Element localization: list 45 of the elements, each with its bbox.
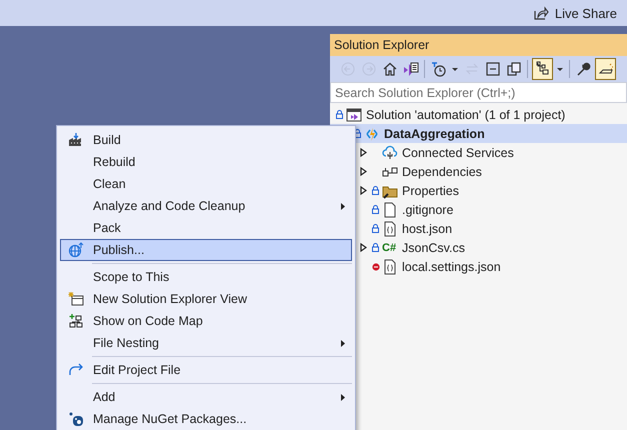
tree-item[interactable]: Solution 'automation' (1 of 1 project): [330, 105, 627, 124]
item-label: Dependencies: [402, 164, 482, 178]
clock-icon: [430, 61, 446, 77]
home-icon: [382, 61, 398, 77]
panel-title: Solution Explorer: [330, 34, 627, 56]
live-share-button[interactable]: Live Share: [530, 3, 619, 23]
json-file-icon: [382, 258, 398, 274]
menu-item[interactable]: File Nesting: [60, 332, 352, 354]
code-map-icon: [68, 313, 84, 329]
tree-icon: [534, 61, 550, 77]
cloud-icon: [382, 144, 398, 160]
search-field[interactable]: Search Solution Explorer (Ctrl+;): [330, 82, 627, 103]
tree-item[interactable]: DataAggregation: [330, 124, 627, 143]
menu-item[interactable]: Publish...: [60, 239, 352, 261]
item-label: .gitignore: [402, 202, 454, 216]
lightning-icon: [364, 126, 380, 142]
csharp-file-icon: C#: [382, 242, 400, 254]
menu-item[interactable]: Edit Project File: [60, 359, 352, 381]
json-file-icon: [382, 220, 398, 236]
collapse-icon: [484, 61, 500, 77]
toolbar-button[interactable]: [532, 58, 553, 80]
solution-icon: [346, 106, 362, 122]
factory-icon: [68, 132, 84, 148]
new-window-icon: [68, 291, 84, 307]
item-label: DataAggregation: [384, 126, 485, 140]
item-label: Properties: [402, 184, 459, 198]
item-label: local.settings.json: [402, 260, 501, 274]
item-label: Connected Services: [402, 146, 514, 160]
menu-item[interactable]: Show on Code Map: [60, 310, 352, 332]
nuget-icon: [68, 411, 84, 427]
item-label: JsonCsv.cs: [402, 240, 465, 254]
share-icon: [532, 5, 549, 21]
caret-icon: [452, 68, 458, 70]
switch-views-icon: [402, 61, 418, 77]
item-label: Solution 'automation' (1 of 1 project): [366, 108, 566, 122]
toolbar-button[interactable]: [595, 58, 616, 80]
globe-icon: [68, 242, 84, 258]
item-label: host.json: [402, 222, 452, 236]
menu-item[interactable]: Add: [60, 386, 352, 408]
redo-arrow-icon: [68, 362, 84, 378]
menu-item[interactable]: Manage NuGet Packages...: [60, 408, 352, 430]
file-icon: [382, 202, 398, 218]
menu-item[interactable]: New Solution Explorer View: [60, 288, 352, 310]
caret-icon: [557, 68, 563, 70]
copy-icon: [506, 61, 522, 77]
